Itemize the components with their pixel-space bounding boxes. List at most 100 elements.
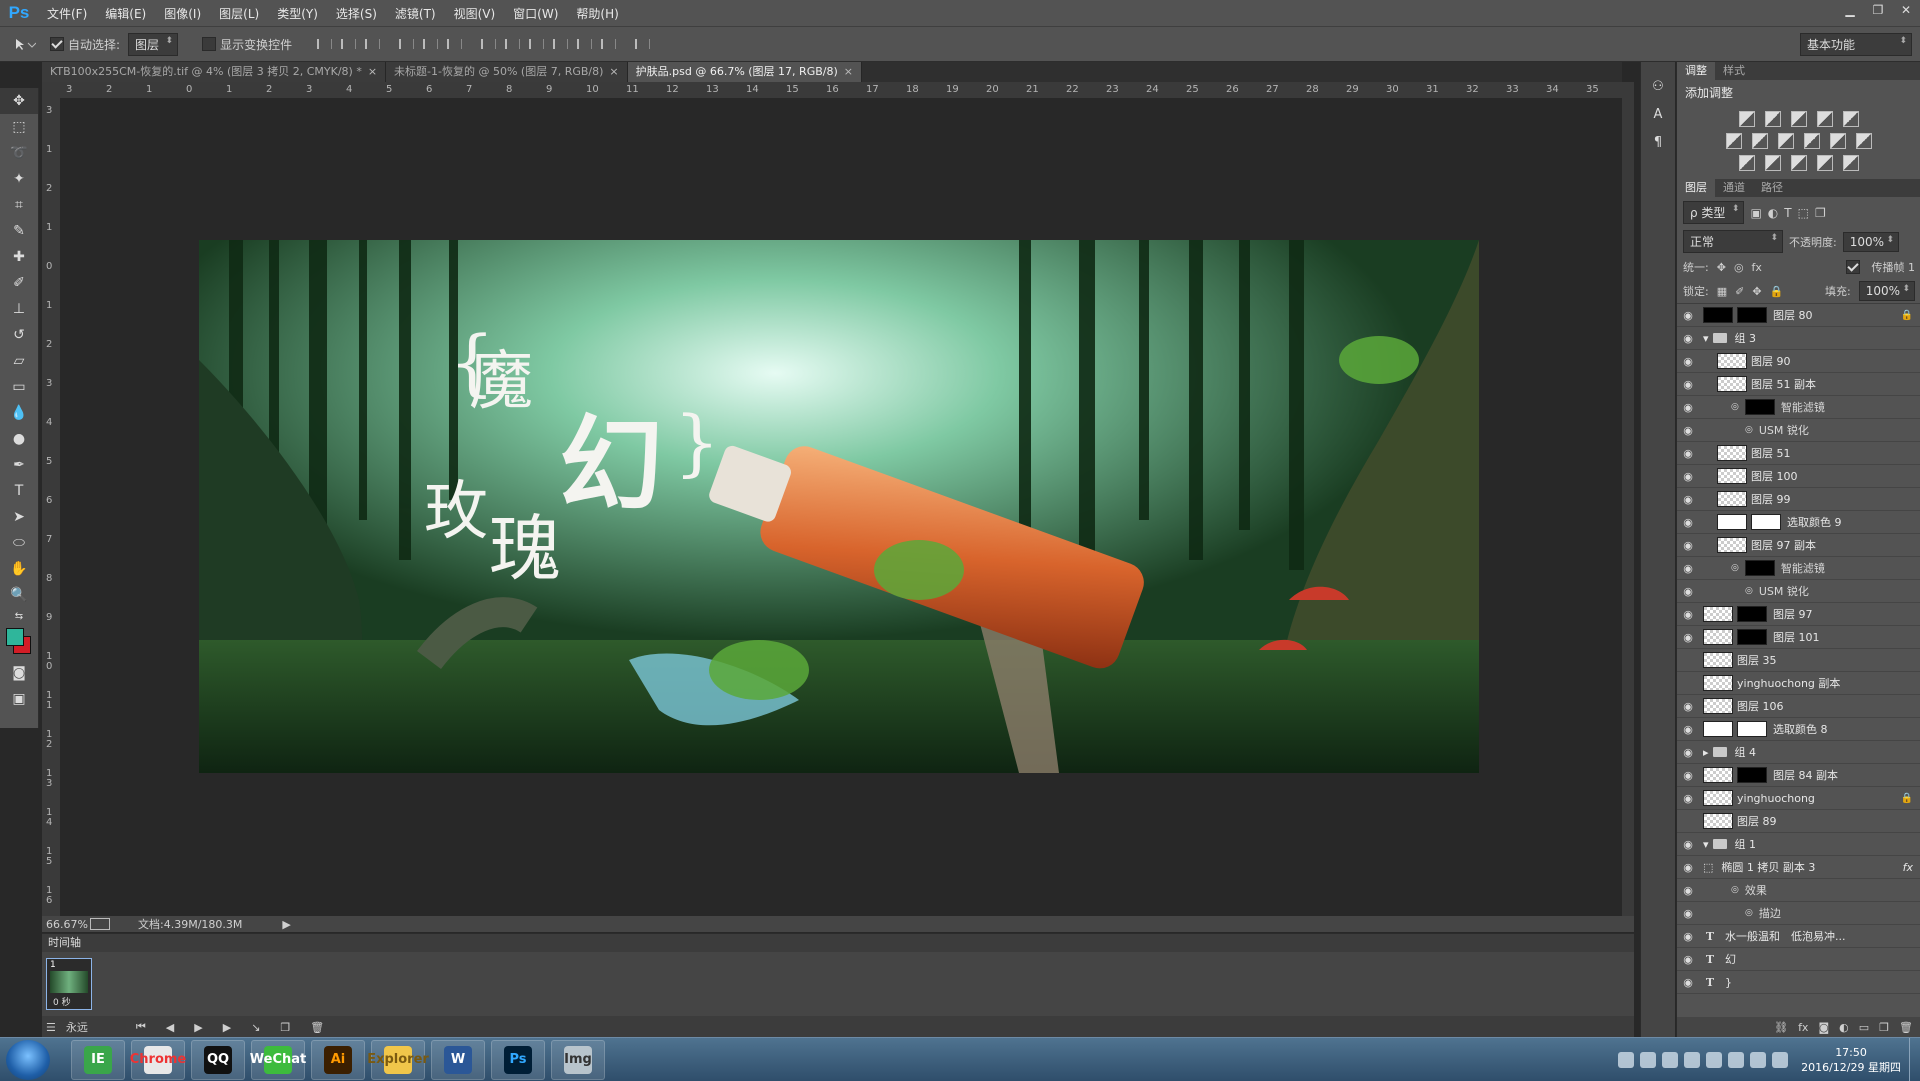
align-horizontal-centers-icon[interactable] bbox=[420, 34, 440, 54]
photo-filter-icon[interactable] bbox=[1804, 133, 1820, 149]
quick-selection-tool-icon[interactable]: ✦ bbox=[0, 166, 38, 192]
layer-filter-kind-dropdown[interactable]: ρ 类型 bbox=[1683, 201, 1745, 224]
layer-row[interactable]: ◉ ◎ USM 锐化 bbox=[1677, 419, 1920, 442]
align-left-edges-icon[interactable] bbox=[396, 34, 416, 54]
history-panel-icon[interactable]: ⚇ bbox=[1641, 72, 1675, 100]
menu-item[interactable]: 类型(Y) bbox=[268, 5, 327, 22]
visibility-eye-icon[interactable]: ◉ bbox=[1677, 723, 1699, 736]
duplicate-frame-icon[interactable]: ❐ bbox=[280, 1021, 290, 1034]
tween-icon[interactable]: ↘ bbox=[251, 1021, 260, 1034]
taskbar-app-icon[interactable]: Explorer bbox=[367, 1039, 429, 1080]
taskbar-app-icon[interactable]: Ai bbox=[311, 1039, 365, 1080]
visibility-eye-icon[interactable]: ◉ bbox=[1677, 953, 1699, 966]
layer-mask-thumbnail[interactable] bbox=[1751, 514, 1781, 530]
workspace-dropdown[interactable]: 基本功能 bbox=[1800, 32, 1912, 56]
new-group-icon[interactable]: ▭ bbox=[1859, 1021, 1869, 1034]
close-icon[interactable]: ✕ bbox=[1892, 0, 1920, 20]
show-transform-checkbox[interactable] bbox=[202, 37, 217, 51]
new-layer-icon[interactable]: ❐ bbox=[1879, 1021, 1889, 1034]
layer-mask-thumbnail[interactable] bbox=[1737, 767, 1767, 783]
delete-layer-icon[interactable]: 🗑 bbox=[1899, 1021, 1913, 1034]
move-tool-preset-icon[interactable] bbox=[0, 37, 50, 51]
expand-arrow-icon[interactable]: ▾ bbox=[1703, 332, 1709, 345]
tab-adjustments[interactable]: 调整 bbox=[1677, 62, 1715, 80]
taskbar-app-icon[interactable]: WeChat bbox=[250, 1039, 306, 1080]
lock-all-icon[interactable]: 🔒 bbox=[1770, 285, 1784, 298]
distribute-hcenter-icon[interactable] bbox=[574, 34, 594, 54]
start-button-icon[interactable] bbox=[6, 1039, 50, 1080]
effect-visibility-icon[interactable]: ◎ bbox=[1745, 425, 1753, 435]
taskbar-app-icon[interactable]: IE bbox=[71, 1039, 125, 1080]
eyedropper-tool-icon[interactable]: ✎ bbox=[0, 218, 38, 244]
visibility-eye-icon[interactable]: ◉ bbox=[1677, 907, 1699, 920]
filter-pixel-icon[interactable]: ▣ bbox=[1750, 206, 1761, 220]
channel-mixer-icon[interactable] bbox=[1830, 133, 1846, 149]
fill-field[interactable]: 100% bbox=[1858, 281, 1915, 301]
pen-tool-icon[interactable]: ✒ bbox=[0, 452, 38, 478]
visibility-eye-icon[interactable]: ◉ bbox=[1677, 884, 1699, 897]
layer-fx-icon[interactable]: fx bbox=[1903, 861, 1913, 874]
filter-smart-icon[interactable]: ❐ bbox=[1815, 206, 1826, 220]
menu-item[interactable]: 视图(V) bbox=[445, 5, 505, 22]
visibility-eye-icon[interactable]: ◉ bbox=[1677, 516, 1699, 529]
visibility-eye-icon[interactable]: ◉ bbox=[1677, 562, 1699, 575]
visibility-eye-icon[interactable]: ◉ bbox=[1677, 700, 1699, 713]
layer-mask-thumbnail[interactable] bbox=[1737, 307, 1767, 323]
layer-row[interactable]: ◉ 图层 97 bbox=[1677, 603, 1920, 626]
tray-wechat-icon[interactable] bbox=[1684, 1051, 1701, 1068]
menu-item[interactable]: 窗口(W) bbox=[504, 5, 567, 22]
layer-row[interactable]: ◉ 图层 51 副本 bbox=[1677, 373, 1920, 396]
levels-icon[interactable] bbox=[1765, 111, 1781, 127]
blur-tool-icon[interactable]: 💧 bbox=[0, 400, 38, 426]
tray-security-icon[interactable] bbox=[1728, 1051, 1745, 1068]
auto-select-checkbox[interactable] bbox=[50, 37, 64, 51]
visibility-eye-icon[interactable]: ◉ bbox=[1677, 539, 1699, 552]
lock-position-icon[interactable]: ✥ bbox=[1752, 285, 1761, 298]
layer-row[interactable]: ◉ 选取颜色 9 bbox=[1677, 511, 1920, 534]
show-desktop-button[interactable] bbox=[1909, 1038, 1920, 1081]
new-adjustment-icon[interactable]: ◐ bbox=[1839, 1021, 1849, 1034]
posterize-icon[interactable] bbox=[1765, 155, 1781, 171]
layer-row[interactable]: ◉ yinghuochong 🔒 bbox=[1677, 787, 1920, 810]
gradient-map-icon[interactable] bbox=[1843, 155, 1859, 171]
eraser-tool-icon[interactable]: ▱ bbox=[0, 348, 38, 374]
frame-delay[interactable]: 0 秒 bbox=[53, 995, 71, 1008]
tray-battery-icon[interactable] bbox=[1640, 1051, 1657, 1068]
visibility-eye-icon[interactable]: ◉ bbox=[1677, 585, 1699, 598]
color-balance-icon[interactable] bbox=[1752, 133, 1768, 149]
unify-position-icon[interactable]: ✥ bbox=[1717, 261, 1726, 274]
effect-visibility-icon[interactable]: ◎ bbox=[1731, 885, 1739, 895]
layer-mask-thumbnail[interactable] bbox=[1737, 721, 1767, 737]
tray-chat-icon[interactable] bbox=[1662, 1051, 1679, 1068]
quick-mask-icon[interactable]: ◙ bbox=[0, 660, 38, 686]
layer-row[interactable]: yinghuochong 副本 bbox=[1677, 672, 1920, 695]
history-brush-tool-icon[interactable]: ↺ bbox=[0, 322, 38, 348]
align-top-edges-icon[interactable] bbox=[314, 34, 334, 54]
collapse-arrow-icon[interactable]: ▸ bbox=[1703, 746, 1709, 759]
selective-color-icon[interactable] bbox=[1817, 155, 1833, 171]
restore-icon[interactable]: ❐ bbox=[1864, 0, 1892, 20]
timeline-convert-icon[interactable]: ☰ bbox=[46, 1021, 56, 1034]
unify-style-icon[interactable]: fx bbox=[1752, 261, 1762, 274]
layer-row[interactable]: ◉ T} bbox=[1677, 971, 1920, 994]
lasso-tool-icon[interactable]: ➰ bbox=[0, 140, 38, 166]
layer-row[interactable]: ◉ 图层 100 bbox=[1677, 465, 1920, 488]
auto-align-icon[interactable] bbox=[632, 34, 652, 54]
distribute-top-icon[interactable] bbox=[478, 34, 498, 54]
add-mask-icon[interactable]: ◙ bbox=[1818, 1021, 1829, 1034]
layer-row[interactable]: ◉ 图层 84 副本 bbox=[1677, 764, 1920, 787]
brush-tool-icon[interactable]: ✐ bbox=[0, 270, 38, 296]
zoom-level[interactable]: 66.67% bbox=[46, 918, 90, 931]
document-tab[interactable]: KTB100x255CM-恢复的.tif @ 4% (图层 3 拷贝 2, CM… bbox=[42, 62, 387, 82]
layer-row[interactable]: ◉ ◎ 智能滤镜 bbox=[1677, 557, 1920, 580]
menu-item[interactable]: 滤镜(T) bbox=[386, 5, 445, 22]
status-menu-arrow-icon[interactable]: ▶ bbox=[282, 918, 290, 931]
unify-visibility-icon[interactable]: ◎ bbox=[1734, 261, 1744, 274]
link-layers-icon[interactable]: ⛓ bbox=[1774, 1021, 1788, 1034]
taskbar-app-icon[interactable]: QQ bbox=[191, 1039, 245, 1080]
hue-saturation-icon[interactable] bbox=[1726, 133, 1742, 149]
tray-flag-icon[interactable] bbox=[1772, 1051, 1789, 1068]
layer-row[interactable]: ◉ T 幻 bbox=[1677, 948, 1920, 971]
layer-row[interactable]: ◉ ◎ 描边 bbox=[1677, 902, 1920, 925]
threshold-icon[interactable] bbox=[1791, 155, 1807, 171]
